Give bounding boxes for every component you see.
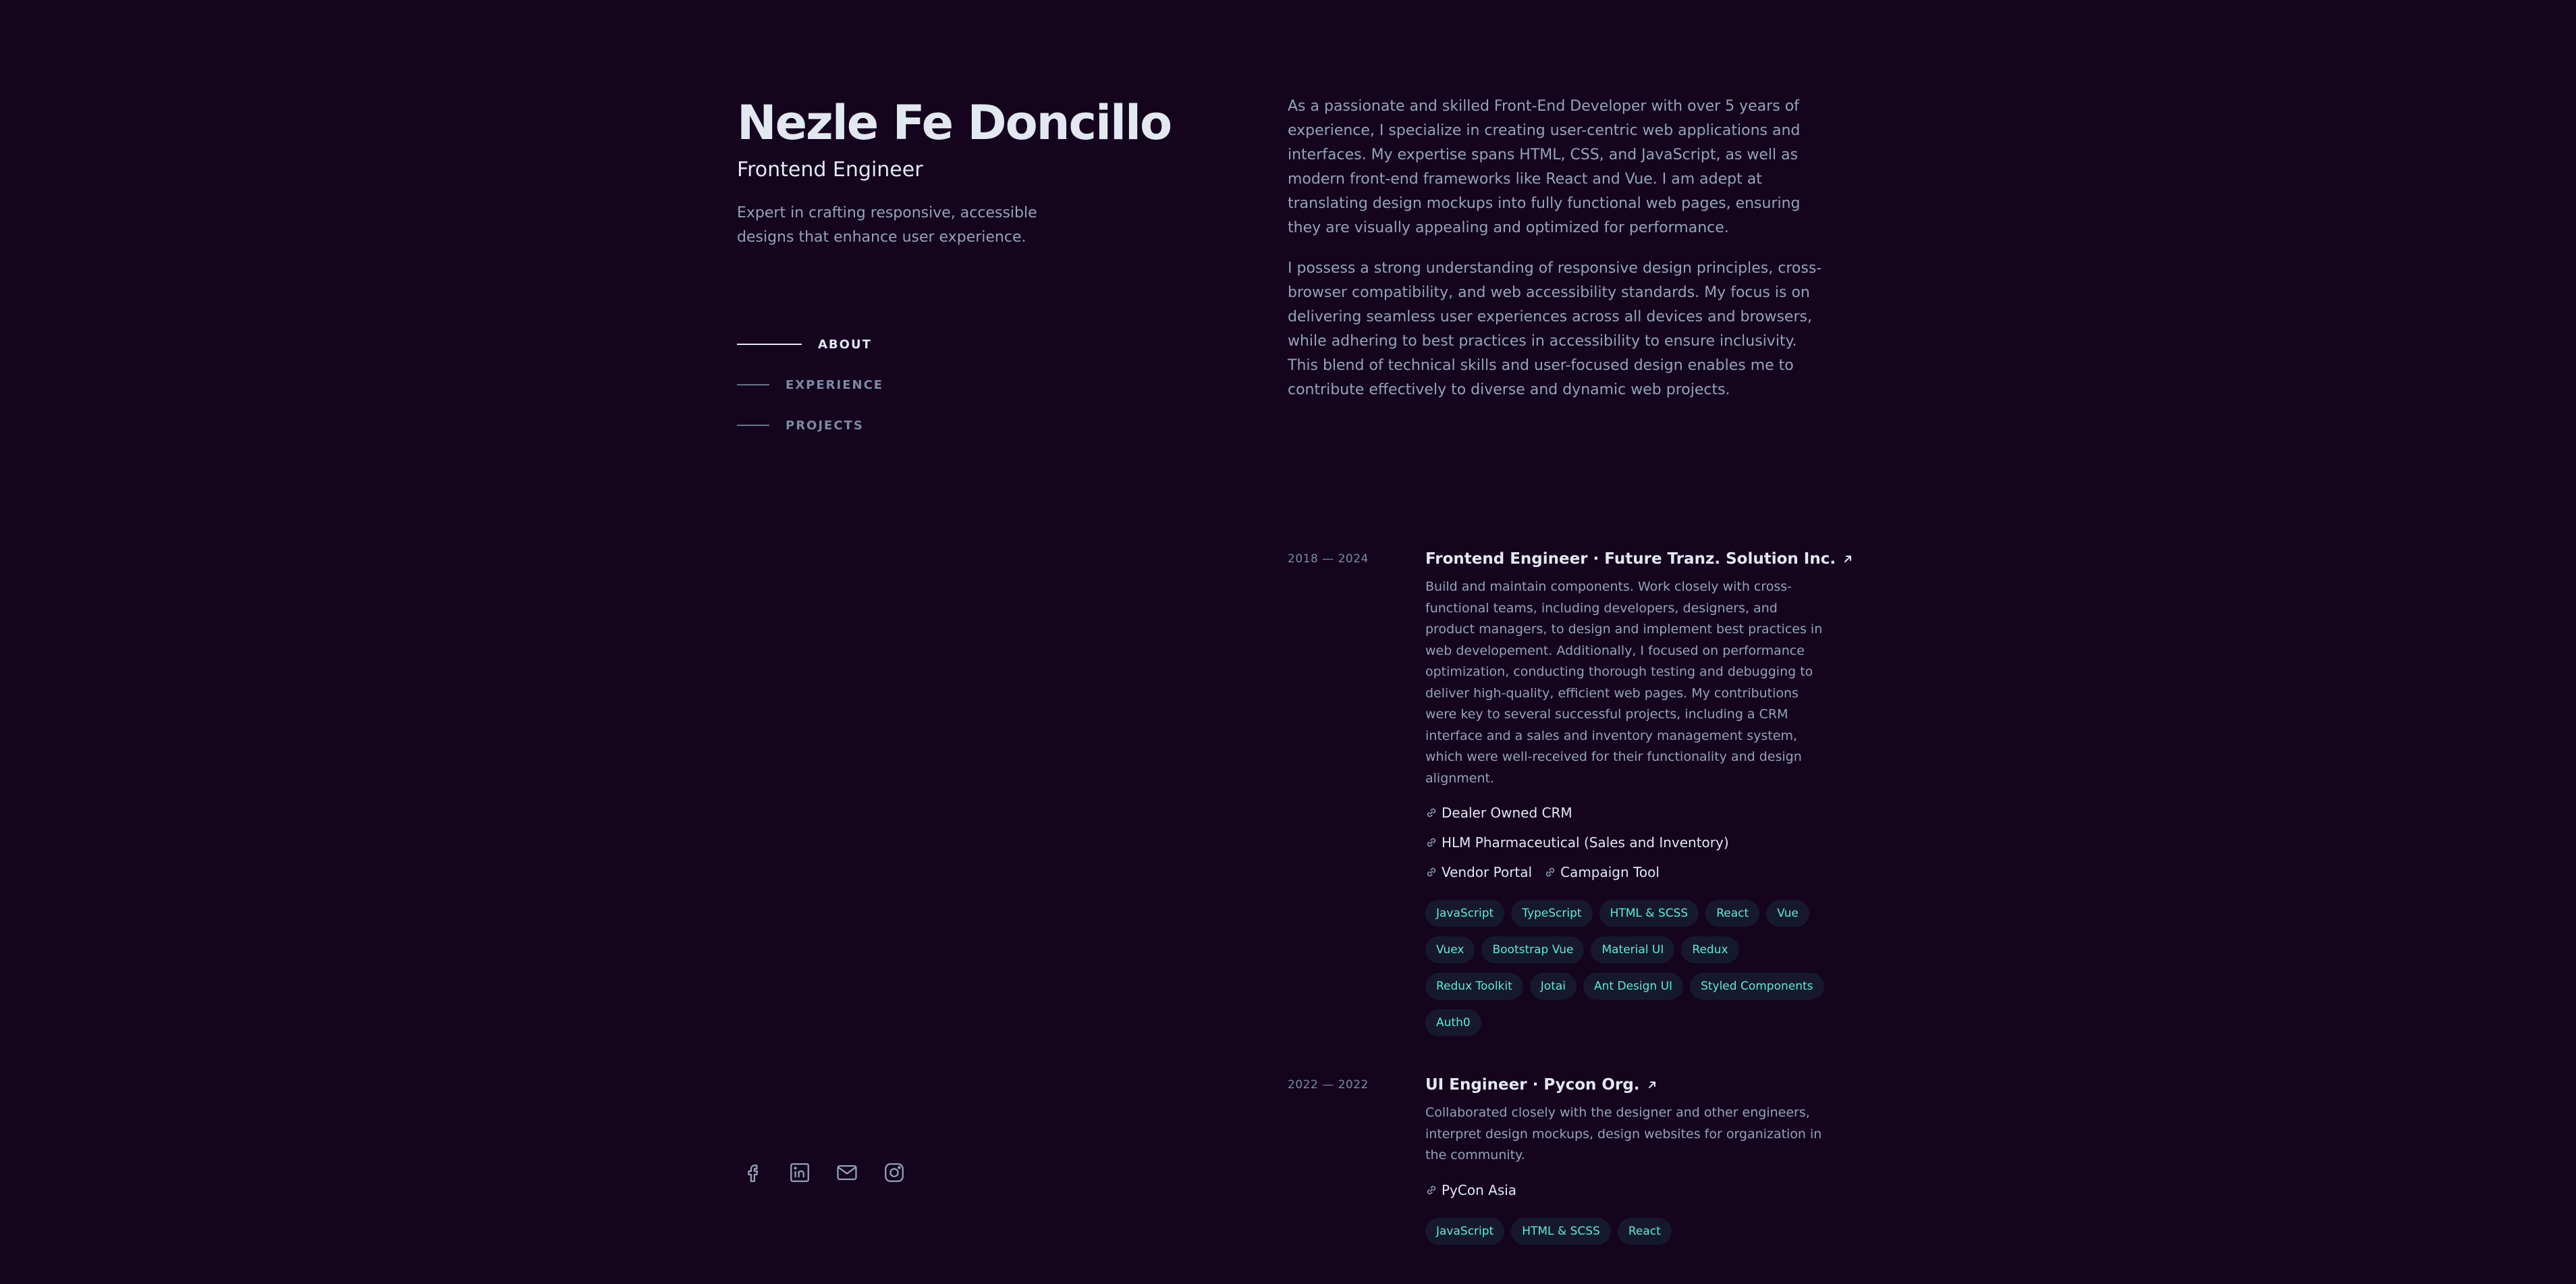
experience-title-link[interactable]: Frontend Engineer · Future Tranz. Soluti…: [1425, 548, 1852, 570]
project-link[interactable]: Vendor Portal: [1425, 862, 1532, 882]
arrow-up-right-icon: [1842, 554, 1853, 564]
tech-tags: JavaScript HTML & SCSS React: [1425, 1217, 1830, 1245]
social-links: [741, 1161, 906, 1184]
experience-description: Build and maintain components. Work clos…: [1425, 579, 1823, 786]
tech-tag: Vue: [1766, 900, 1809, 927]
link-icon: [1425, 866, 1437, 878]
experience-title-link[interactable]: UI Engineer · Pycon Org.: [1425, 1074, 1828, 1096]
nav-indicator: [737, 425, 769, 426]
tagline: Expert in crafting responsive, accessibl…: [737, 205, 1037, 246]
mail-icon[interactable]: [835, 1161, 858, 1184]
tech-tags: JavaScript TypeScript HTML & SCSS React …: [1425, 900, 1830, 1036]
page-title: Nezle Fe Doncillo: [737, 95, 1172, 151]
arrow-up-right-icon: [1647, 1079, 1657, 1090]
project-links: PyCon Asia: [1425, 1180, 1828, 1200]
facebook-icon[interactable]: [741, 1161, 764, 1184]
instagram-icon[interactable]: [883, 1161, 906, 1184]
tech-tag: Auth0: [1425, 1009, 1481, 1036]
tech-tag: Jotai: [1529, 973, 1577, 1000]
project-link-label: Dealer Owned CRM: [1442, 805, 1572, 821]
nav-indicator: [737, 344, 802, 345]
experience-description: Collaborated closely with the designer a…: [1425, 1105, 1822, 1162]
tech-tag: Material UI: [1591, 936, 1675, 963]
project-link[interactable]: PyCon Asia: [1425, 1180, 1516, 1200]
project-link-label: Campaign Tool: [1560, 864, 1660, 880]
section-nav: ABOUT EXPERIENCE PROJECTS: [737, 324, 883, 446]
nav-indicator: [737, 384, 769, 385]
link-icon: [1544, 866, 1556, 878]
link-icon: [1425, 1184, 1437, 1196]
tech-tag: Vuex: [1425, 936, 1475, 963]
about-section: As a passionate and skilled Front-End De…: [1288, 95, 1828, 419]
tech-tag: JavaScript: [1425, 1217, 1505, 1245]
tech-tag: Bootstrap Vue: [1481, 936, 1585, 963]
tech-tag: React: [1705, 900, 1760, 927]
project-link[interactable]: HLM Pharmaceutical (Sales and Inventory): [1425, 832, 1729, 853]
project-link[interactable]: Dealer Owned CRM: [1425, 803, 1572, 823]
tech-tag: JavaScript: [1425, 900, 1505, 927]
tech-tag: Styled Components: [1690, 973, 1824, 1000]
tech-tag: Redux Toolkit: [1425, 973, 1523, 1000]
tech-tag: HTML & SCSS: [1599, 900, 1699, 927]
tech-tag: React: [1617, 1217, 1672, 1245]
tech-tag: Ant Design UI: [1583, 973, 1684, 1000]
link-icon: [1425, 807, 1437, 819]
link-icon: [1425, 836, 1437, 849]
project-link-label: Vendor Portal: [1442, 864, 1533, 880]
project-link-label: HLM Pharmaceutical (Sales and Inventory): [1442, 834, 1729, 851]
about-paragraph: As a passionate and skilled Front-End De…: [1288, 98, 1801, 236]
nav-label: ABOUT: [818, 337, 872, 352]
tech-tag: HTML & SCSS: [1511, 1217, 1611, 1245]
project-links: Dealer Owned CRM HLM Pharmaceutical (Sal…: [1425, 803, 1828, 882]
about-paragraph: I possess a strong understanding of resp…: [1288, 260, 1822, 398]
nav-item-experience[interactable]: EXPERIENCE: [737, 365, 883, 405]
profile-header: Nezle Fe Doncillo Frontend Engineer Expe…: [737, 95, 1250, 250]
tech-tag: TypeScript: [1511, 900, 1593, 927]
tech-tag: Redux: [1681, 936, 1739, 963]
project-link[interactable]: Campaign Tool: [1544, 862, 1660, 882]
nav-label: EXPERIENCE: [786, 377, 884, 392]
experience-date: 2022 — 2022: [1288, 1078, 1369, 1092]
project-link-label: PyCon Asia: [1442, 1181, 1517, 1198]
job-role: Frontend Engineer: [737, 158, 923, 182]
experience-date: 2018 — 2024: [1288, 552, 1369, 566]
nav-item-projects[interactable]: PROJECTS: [737, 405, 883, 446]
linkedin-icon[interactable]: [788, 1161, 811, 1184]
experience-title: Frontend Engineer · Future Tranz. Soluti…: [1425, 550, 1836, 568]
experience-title: UI Engineer · Pycon Org.: [1425, 1076, 1640, 1094]
nav-item-about[interactable]: ABOUT: [737, 324, 883, 365]
nav-label: PROJECTS: [786, 418, 864, 433]
